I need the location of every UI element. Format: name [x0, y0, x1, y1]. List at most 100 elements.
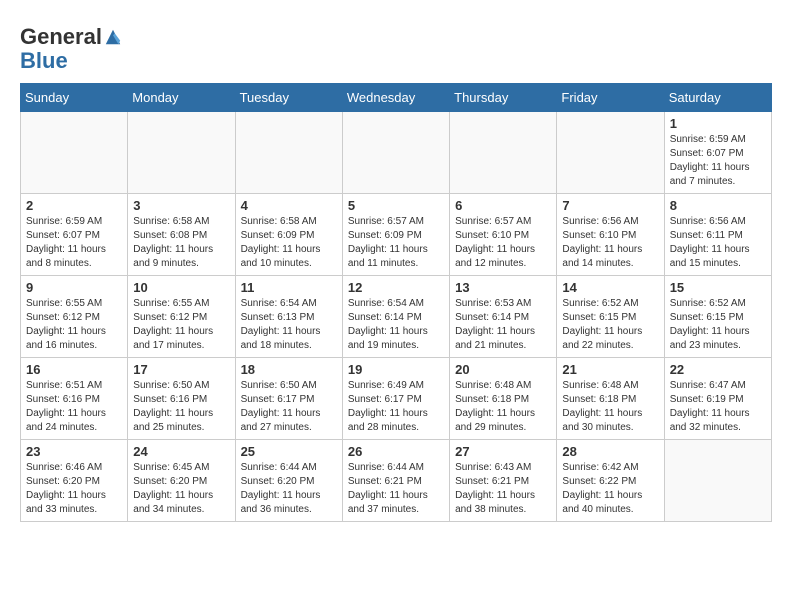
weekday-tuesday: Tuesday: [235, 84, 342, 112]
page-header: General Blue: [20, 20, 772, 73]
day-number: 23: [26, 444, 122, 459]
calendar-cell: 5Sunrise: 6:57 AM Sunset: 6:09 PM Daylig…: [342, 194, 449, 276]
day-info: Sunrise: 6:59 AM Sunset: 6:07 PM Dayligh…: [26, 215, 122, 271]
day-info: Sunrise: 6:54 AM Sunset: 6:14 PM Dayligh…: [348, 297, 444, 353]
day-number: 26: [348, 444, 444, 459]
day-number: 11: [241, 280, 337, 295]
day-info: Sunrise: 6:50 AM Sunset: 6:16 PM Dayligh…: [133, 379, 229, 435]
calendar-cell: 13 Sunrise: 6:53 AM Sunset: 6:14 PM Dayli…: [450, 276, 557, 358]
day-number: 13: [455, 280, 551, 295]
weekday-wednesday: Wednesday: [342, 84, 449, 112]
day-info: Sunrise: 6:53 AM Sunset: 6:14 PM Dayligh…: [455, 297, 551, 353]
calendar-cell: 23 Sunrise: 6:46 AM Sunset: 6:20 PM Dayli…: [21, 440, 128, 522]
calendar-week-3: 9 Sunrise: 6:55 AM Sunset: 6:12 PM Daylig…: [21, 276, 772, 358]
weekday-monday: Monday: [128, 84, 235, 112]
calendar-cell: 27 Sunrise: 6:43 AM Sunset: 6:21 PM Dayli…: [450, 440, 557, 522]
logo-text-blue: Blue: [20, 49, 68, 73]
calendar-cell: [342, 112, 449, 194]
calendar-cell: 25 Sunrise: 6:44 AM Sunset: 6:20 PM Dayli…: [235, 440, 342, 522]
day-number: 14: [562, 280, 658, 295]
day-number: 4: [241, 198, 337, 213]
day-info: Sunrise: 6:58 AM Sunset: 6:09 PM Dayligh…: [241, 215, 337, 271]
calendar-cell: [235, 112, 342, 194]
day-info: Sunrise: 6:46 AM Sunset: 6:20 PM Dayligh…: [26, 461, 122, 517]
calendar-cell: 12 Sunrise: 6:54 AM Sunset: 6:14 PM Dayli…: [342, 276, 449, 358]
weekday-sunday: Sunday: [21, 84, 128, 112]
calendar-cell: 19 Sunrise: 6:49 AM Sunset: 6:17 PM Dayli…: [342, 358, 449, 440]
calendar-cell: 17 Sunrise: 6:50 AM Sunset: 6:16 PM Dayli…: [128, 358, 235, 440]
calendar-week-1: 1Sunrise: 6:59 AM Sunset: 6:07 PM Daylig…: [21, 112, 772, 194]
weekday-header-row: SundayMondayTuesdayWednesdayThursdayFrid…: [21, 84, 772, 112]
calendar-cell: 20Sunrise: 6:48 AM Sunset: 6:18 PM Dayli…: [450, 358, 557, 440]
day-number: 1: [670, 116, 766, 131]
calendar-week-5: 23 Sunrise: 6:46 AM Sunset: 6:20 PM Dayli…: [21, 440, 772, 522]
logo-icon: [104, 28, 122, 46]
day-number: 24: [133, 444, 229, 459]
day-number: 27: [455, 444, 551, 459]
day-number: 3: [133, 198, 229, 213]
day-number: 28: [562, 444, 658, 459]
calendar-cell: 7 Sunrise: 6:56 AM Sunset: 6:10 PM Daylig…: [557, 194, 664, 276]
calendar-cell: 21Sunrise: 6:48 AM Sunset: 6:18 PM Dayli…: [557, 358, 664, 440]
calendar-week-4: 16 Sunrise: 6:51 AM Sunset: 6:16 PM Dayli…: [21, 358, 772, 440]
day-number: 19: [348, 362, 444, 377]
calendar-cell: [557, 112, 664, 194]
calendar-cell: 26 Sunrise: 6:44 AM Sunset: 6:21 PM Dayli…: [342, 440, 449, 522]
day-info: Sunrise: 6:58 AM Sunset: 6:08 PM Dayligh…: [133, 215, 229, 271]
calendar-table: SundayMondayTuesdayWednesdayThursdayFrid…: [20, 83, 772, 522]
day-number: 16: [26, 362, 122, 377]
calendar-cell: 3 Sunrise: 6:58 AM Sunset: 6:08 PM Daylig…: [128, 194, 235, 276]
calendar-cell: [21, 112, 128, 194]
day-info: Sunrise: 6:50 AM Sunset: 6:17 PM Dayligh…: [241, 379, 337, 435]
calendar-cell: 22 Sunrise: 6:47 AM Sunset: 6:19 PM Dayli…: [664, 358, 771, 440]
weekday-friday: Friday: [557, 84, 664, 112]
day-number: 22: [670, 362, 766, 377]
day-number: 6: [455, 198, 551, 213]
calendar-cell: 14 Sunrise: 6:52 AM Sunset: 6:15 PM Dayli…: [557, 276, 664, 358]
calendar-cell: 16 Sunrise: 6:51 AM Sunset: 6:16 PM Dayli…: [21, 358, 128, 440]
calendar-cell: 24Sunrise: 6:45 AM Sunset: 6:20 PM Dayli…: [128, 440, 235, 522]
calendar-cell: [450, 112, 557, 194]
day-number: 10: [133, 280, 229, 295]
logo: General Blue: [20, 25, 122, 73]
day-info: Sunrise: 6:51 AM Sunset: 6:16 PM Dayligh…: [26, 379, 122, 435]
calendar-cell: 2 Sunrise: 6:59 AM Sunset: 6:07 PM Daylig…: [21, 194, 128, 276]
weekday-thursday: Thursday: [450, 84, 557, 112]
day-info: Sunrise: 6:44 AM Sunset: 6:21 PM Dayligh…: [348, 461, 444, 517]
day-number: 17: [133, 362, 229, 377]
calendar-week-2: 2 Sunrise: 6:59 AM Sunset: 6:07 PM Daylig…: [21, 194, 772, 276]
day-number: 5: [348, 198, 444, 213]
day-info: Sunrise: 6:48 AM Sunset: 6:18 PM Dayligh…: [562, 379, 658, 435]
day-info: Sunrise: 6:47 AM Sunset: 6:19 PM Dayligh…: [670, 379, 766, 435]
day-info: Sunrise: 6:54 AM Sunset: 6:13 PM Dayligh…: [241, 297, 337, 353]
day-number: 25: [241, 444, 337, 459]
calendar-cell: 9 Sunrise: 6:55 AM Sunset: 6:12 PM Daylig…: [21, 276, 128, 358]
day-number: 9: [26, 280, 122, 295]
calendar-cell: 18Sunrise: 6:50 AM Sunset: 6:17 PM Dayli…: [235, 358, 342, 440]
calendar-cell: 8 Sunrise: 6:56 AM Sunset: 6:11 PM Daylig…: [664, 194, 771, 276]
day-number: 12: [348, 280, 444, 295]
day-info: Sunrise: 6:52 AM Sunset: 6:15 PM Dayligh…: [562, 297, 658, 353]
calendar-cell: 28 Sunrise: 6:42 AM Sunset: 6:22 PM Dayli…: [557, 440, 664, 522]
day-info: Sunrise: 6:55 AM Sunset: 6:12 PM Dayligh…: [133, 297, 229, 353]
day-info: Sunrise: 6:55 AM Sunset: 6:12 PM Dayligh…: [26, 297, 122, 353]
day-info: Sunrise: 6:56 AM Sunset: 6:10 PM Dayligh…: [562, 215, 658, 271]
calendar-cell: [664, 440, 771, 522]
day-info: Sunrise: 6:49 AM Sunset: 6:17 PM Dayligh…: [348, 379, 444, 435]
calendar-cell: 15Sunrise: 6:52 AM Sunset: 6:15 PM Dayli…: [664, 276, 771, 358]
weekday-saturday: Saturday: [664, 84, 771, 112]
day-info: Sunrise: 6:56 AM Sunset: 6:11 PM Dayligh…: [670, 215, 766, 271]
day-info: Sunrise: 6:43 AM Sunset: 6:21 PM Dayligh…: [455, 461, 551, 517]
calendar-cell: 10 Sunrise: 6:55 AM Sunset: 6:12 PM Dayli…: [128, 276, 235, 358]
day-number: 8: [670, 198, 766, 213]
day-number: 2: [26, 198, 122, 213]
day-info: Sunrise: 6:57 AM Sunset: 6:10 PM Dayligh…: [455, 215, 551, 271]
calendar-cell: [128, 112, 235, 194]
calendar-cell: 4 Sunrise: 6:58 AM Sunset: 6:09 PM Daylig…: [235, 194, 342, 276]
calendar-cell: 6 Sunrise: 6:57 AM Sunset: 6:10 PM Daylig…: [450, 194, 557, 276]
day-info: Sunrise: 6:42 AM Sunset: 6:22 PM Dayligh…: [562, 461, 658, 517]
logo-text-general: General: [20, 25, 102, 49]
day-number: 7: [562, 198, 658, 213]
day-info: Sunrise: 6:44 AM Sunset: 6:20 PM Dayligh…: [241, 461, 337, 517]
day-info: Sunrise: 6:52 AM Sunset: 6:15 PM Dayligh…: [670, 297, 766, 353]
